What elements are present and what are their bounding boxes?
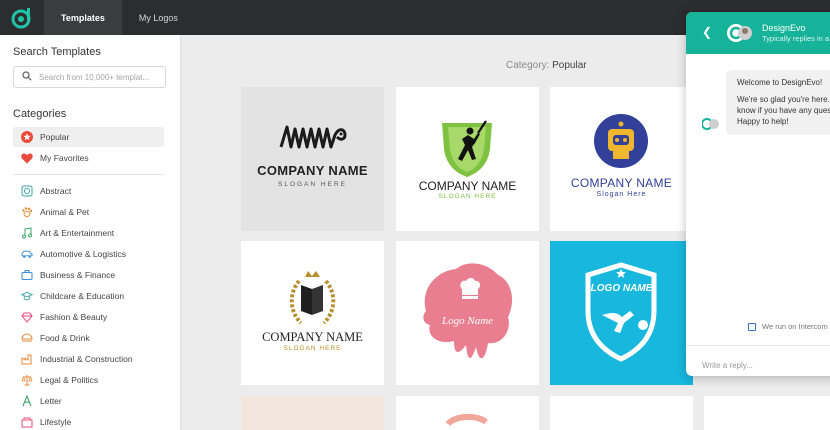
abstract-icon — [21, 185, 33, 197]
category-fashion-beauty[interactable]: Fashion & Beauty — [13, 307, 164, 327]
template-graphic — [423, 263, 513, 359]
star-icon — [21, 131, 33, 143]
category-automotive-logistics[interactable]: Automotive & Logistics — [13, 244, 164, 264]
category-label: Lifestyle — [40, 417, 72, 427]
chat-message-bubble: Welcome to DesignEvo! We're so glad you'… — [726, 70, 830, 135]
category-prefix: Category: — [506, 60, 550, 71]
category-food-drink[interactable]: Food & Drink — [13, 328, 164, 348]
category-label: Automotive & Logistics — [40, 249, 126, 259]
chat-input-area — [686, 345, 830, 376]
intercom-footnote[interactable]: We run on Intercom — [748, 322, 828, 331]
category-letter[interactable]: Letter — [13, 391, 164, 411]
chat-avatar — [726, 21, 752, 45]
category-business-finance[interactable]: Business & Finance — [13, 265, 164, 285]
chevron-left-icon[interactable]: ❮ — [702, 25, 712, 39]
template-graphic — [442, 120, 492, 177]
category-label: Animal & Pet — [40, 207, 90, 217]
diamond-icon — [21, 311, 33, 323]
chat-header: ❮ DesignEvo Typically replies in a — [686, 12, 830, 54]
paw-icon — [21, 206, 33, 218]
category-label: Business & Finance — [40, 270, 116, 280]
letter-a-icon — [21, 395, 33, 407]
template-slogan: SLOGAN HERE — [278, 181, 347, 188]
sidebar-divider — [13, 174, 164, 175]
template-tile[interactable] — [396, 396, 539, 430]
template-graphic — [289, 271, 336, 325]
chat-message-text: We're so glad you're here. Let us know i… — [737, 95, 830, 126]
template-graphic — [279, 125, 347, 149]
search-icon — [22, 68, 32, 86]
template-graphic — [585, 262, 657, 362]
template-tile[interactable] — [241, 396, 384, 430]
search-templates-heading: Search Templates — [13, 46, 101, 58]
chat-widget: ❮ DesignEvo Typically replies in a Welco… — [686, 12, 830, 376]
chat-message-text: Welcome to DesignEvo! — [737, 78, 823, 87]
template-tile[interactable] — [704, 396, 830, 430]
category-industrial-construction[interactable]: Industrial & Construction — [13, 349, 164, 369]
briefcase-icon — [21, 269, 33, 281]
template-tile[interactable]: COMPANY NAME Slogan Here — [550, 87, 693, 231]
category-abstract[interactable]: Abstract — [13, 181, 164, 201]
category-label: My Favorites — [40, 153, 89, 163]
search-field[interactable] — [13, 66, 166, 88]
category-art-entertainment[interactable]: Art & Entertainment — [13, 223, 164, 243]
search-input[interactable] — [39, 72, 159, 82]
template-company-name: COMPANY NAME — [418, 179, 517, 193]
chat-message-avatar — [701, 117, 720, 135]
category-legal-politics[interactable]: Legal & Politics — [13, 370, 164, 390]
template-graphic — [594, 114, 648, 168]
category-title: Category: Popular — [506, 60, 587, 71]
template-tile[interactable]: LOGO NAME — [550, 241, 693, 385]
intercom-footnote-text: We run on Intercom — [762, 322, 828, 331]
template-tile[interactable]: COMPANY NAME SLOGAN HERE — [396, 87, 539, 231]
intercom-icon — [748, 322, 756, 331]
template-slogan: SLOGAN HERE — [283, 345, 342, 352]
tab-my-logos[interactable]: My Logos — [122, 0, 195, 35]
music-note-icon — [21, 227, 33, 239]
category-label: Art & Entertainment — [40, 228, 115, 238]
template-tile[interactable] — [550, 396, 693, 430]
template-company-name: COMPANY NAME — [262, 330, 363, 344]
template-tile[interactable]: COMPANY NAME SLOGAN HERE — [241, 241, 384, 385]
categories-heading: Categories — [13, 108, 67, 120]
category-label: Letter — [40, 396, 62, 406]
template-company-name: LOGO NAME — [590, 283, 653, 294]
category-label: Abstract — [40, 186, 72, 196]
heart-icon — [21, 152, 33, 164]
category-animal-pet[interactable]: Animal & Pet — [13, 202, 164, 222]
template-graphic — [445, 414, 488, 427]
category-popular[interactable]: Popular — [13, 127, 164, 147]
template-tile[interactable]: COMPANY NAME SLOGAN HERE — [241, 87, 384, 231]
category-label: Childcare & Education — [40, 291, 125, 301]
category-label: Food & Drink — [40, 333, 90, 343]
template-company-name: Logo Name — [441, 315, 494, 327]
chat-reply-input[interactable] — [702, 361, 822, 370]
category-label: Legal & Politics — [40, 375, 99, 385]
lifestyle-icon — [21, 416, 33, 428]
car-icon — [21, 248, 33, 260]
food-icon — [21, 332, 33, 344]
chat-agent-name: DesignEvo — [762, 23, 806, 33]
template-company-name: COMPANY NAME — [257, 163, 368, 178]
category-my-favorites[interactable]: My Favorites — [13, 148, 164, 168]
sidebar: Search Templates Categories Popular My F… — [0, 35, 181, 430]
category-lifestyle[interactable]: Lifestyle — [13, 412, 164, 430]
designevo-logo-icon[interactable] — [0, 0, 44, 35]
template-company-name: COMPANY NAME — [570, 176, 673, 190]
category-label: Popular — [40, 132, 70, 142]
chat-reply-time: Typically replies in a — [762, 34, 830, 43]
factory-icon — [21, 353, 33, 365]
category-label: Fashion & Beauty — [40, 312, 108, 322]
tab-templates[interactable]: Templates — [44, 0, 122, 35]
category-value: Popular — [552, 60, 587, 71]
scales-icon — [21, 374, 33, 386]
category-childcare-education[interactable]: Childcare & Education — [13, 286, 164, 306]
template-slogan: SLOGAN HERE — [438, 193, 497, 200]
category-label: Industrial & Construction — [40, 354, 133, 364]
template-slogan: Slogan Here — [596, 191, 647, 198]
graduation-cap-icon — [21, 290, 33, 302]
template-tile[interactable]: Logo Name — [396, 241, 539, 385]
